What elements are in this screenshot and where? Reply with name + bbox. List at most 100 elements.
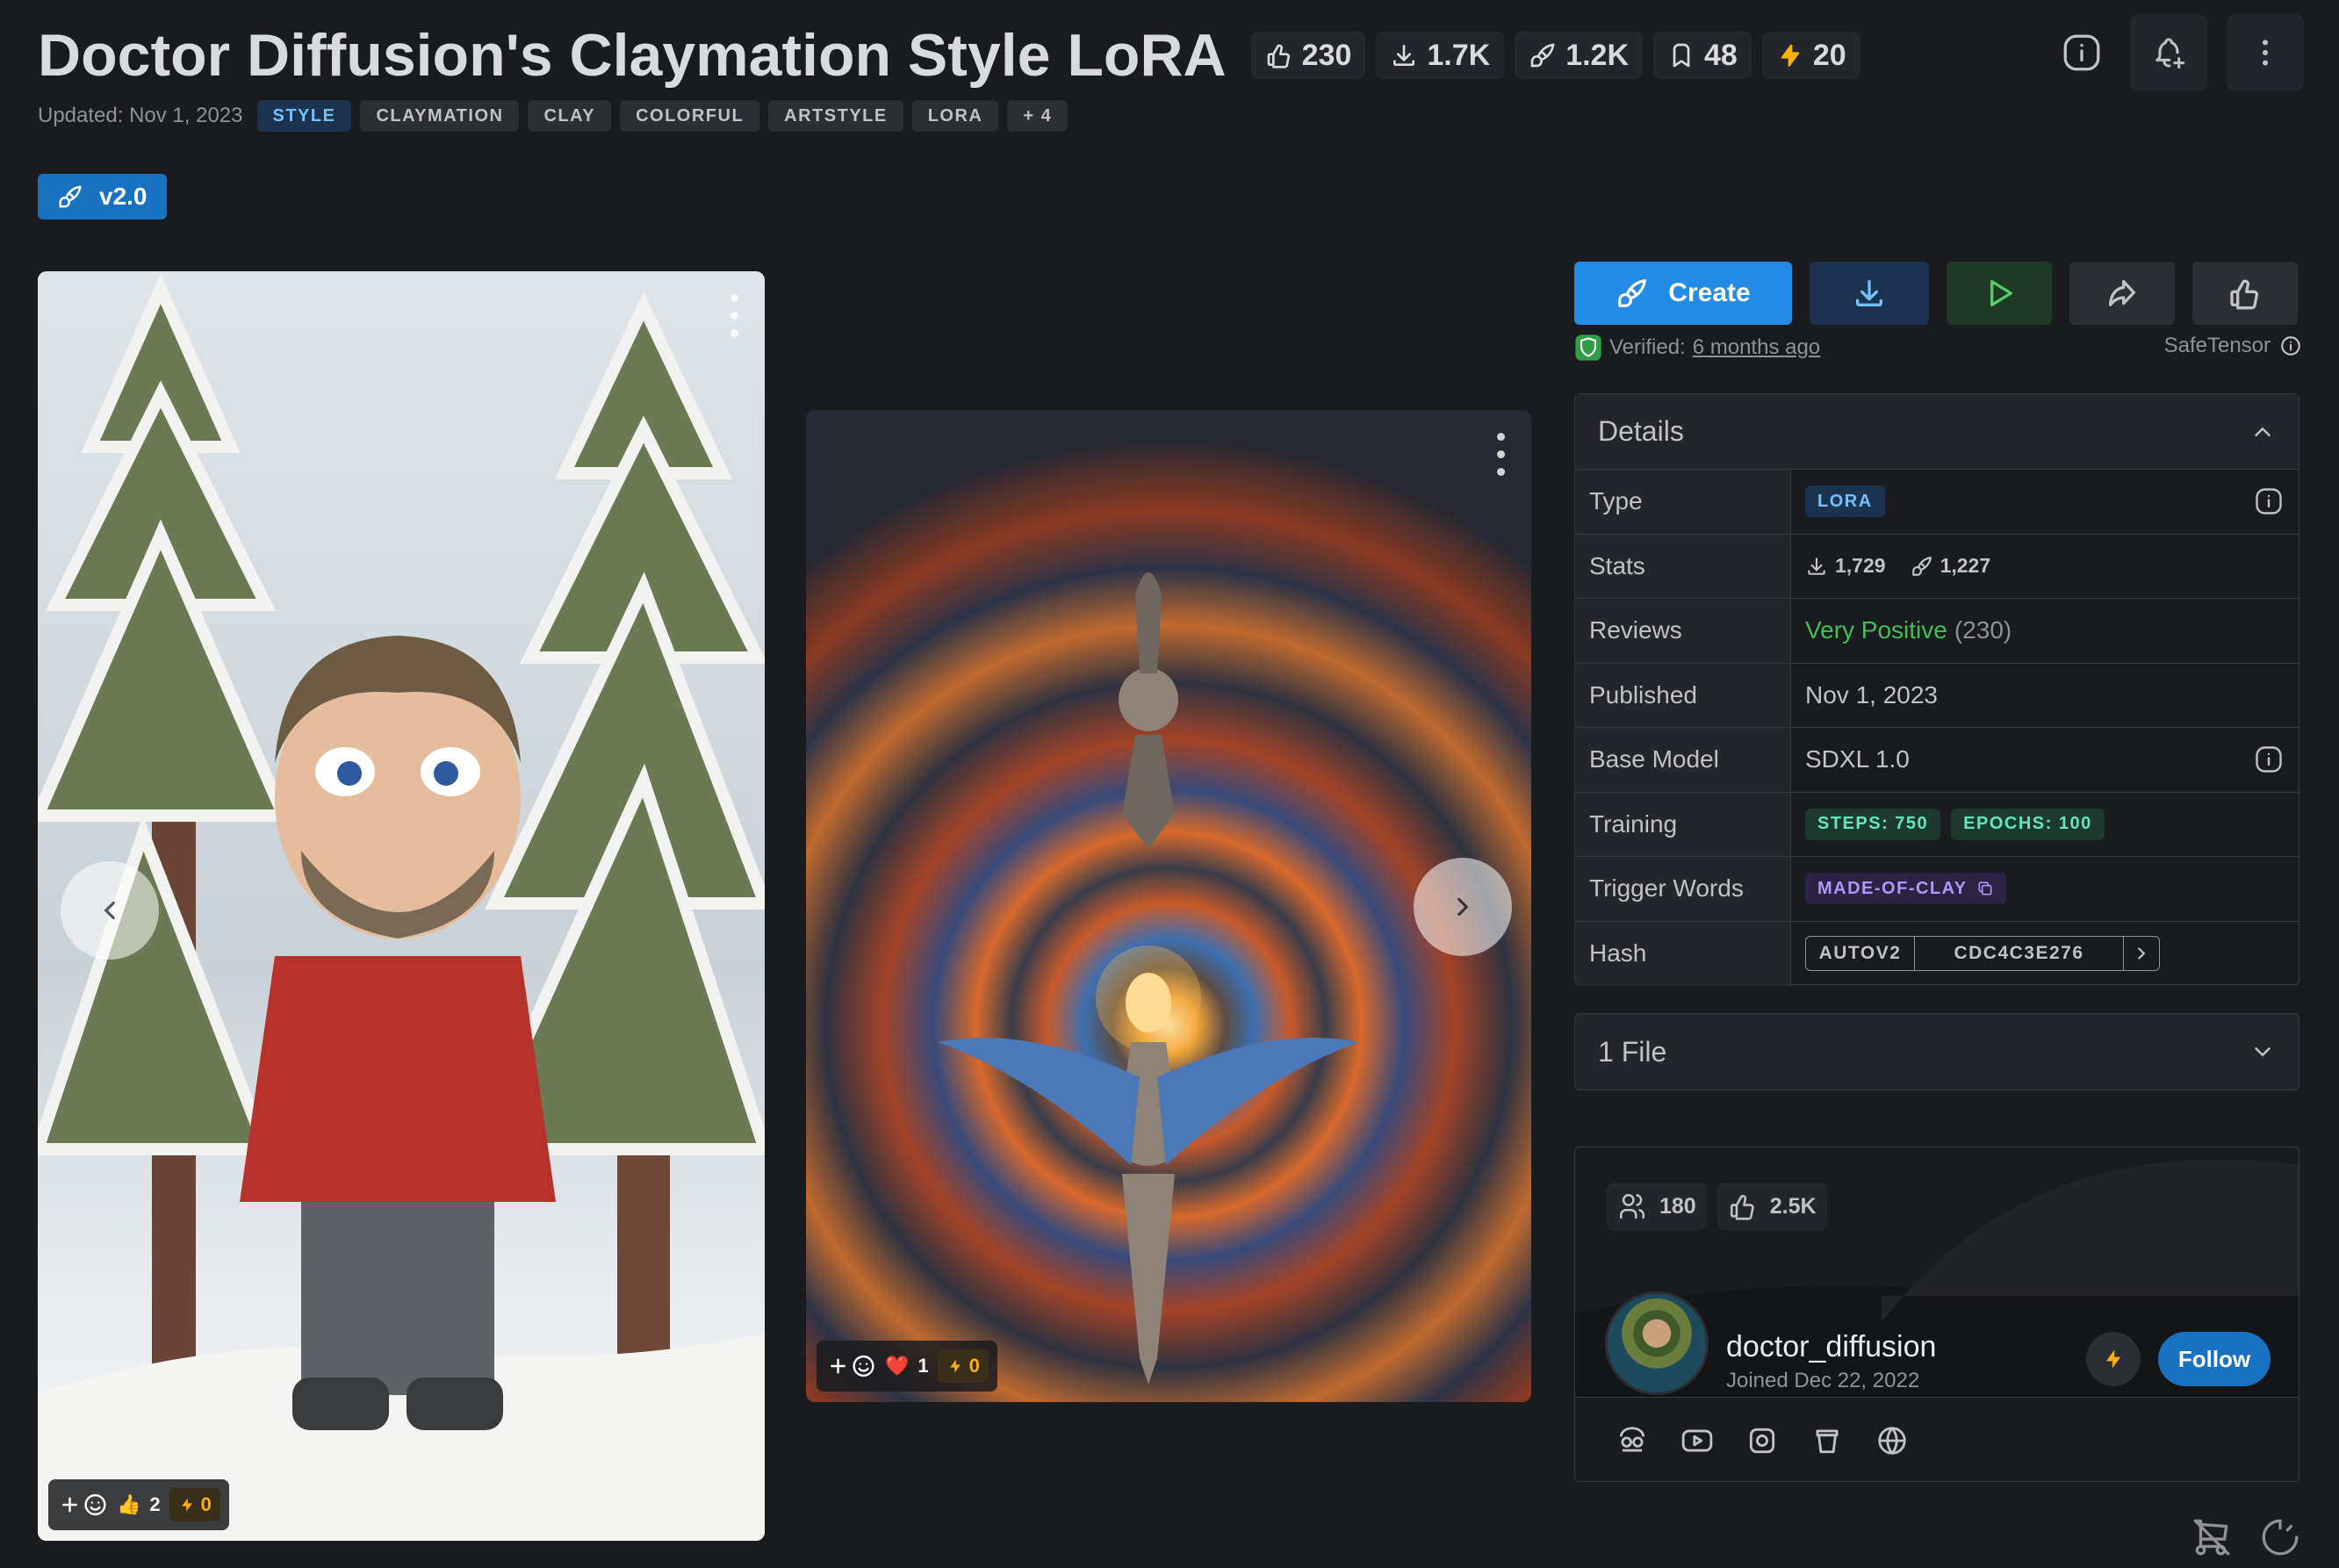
page-title: Doctor Diffusion's Claymation Style LoRA [38,22,1227,89]
next-image-button[interactable] [1414,858,1512,956]
gallery-image-1[interactable]: 👍 2 0 [38,271,765,1541]
download-icon [1856,280,1882,306]
epochs-badge: EPOCHS: 100 [1951,808,2105,840]
trigger-word-chip[interactable]: MADE-OF-CLAY [1805,873,2006,905]
hash-next-button[interactable] [2124,937,2159,970]
published-value: Nov 1, 2023 [1805,680,1938,708]
model-stats: 230 1.7K 1.2K 48 20 [1250,32,1860,79]
reaction-bar: ❤️ 1 0 [817,1341,997,1392]
more-options-button[interactable] [2227,14,2304,91]
prev-image-button[interactable] [61,861,159,960]
hash-value[interactable]: CDC4C3E276 [1915,937,2124,971]
download-button[interactable] [1810,262,1929,325]
verification: Verified: 6 months ago [1574,334,1820,362]
info-icon[interactable] [2253,744,2285,775]
coffee-icon[interactable] [1810,1424,1844,1457]
share-button[interactable] [2069,262,2175,325]
create-button[interactable]: Create [1574,262,1792,325]
base-model-value: SDXL 1.0 [1805,745,1910,773]
add-reaction-icon[interactable] [57,1492,108,1518]
verified-prefix: Verified: [1609,335,1686,359]
meta-row: Updated: Nov 1, 2023 STYLE CLAYMATION CL… [38,100,1069,132]
version-chip[interactable]: v2.0 [38,174,167,219]
reaction-bar: 👍 2 0 [48,1479,229,1530]
users-icon [1619,1193,1645,1219]
share-icon [2109,280,2135,306]
files-accordion[interactable]: 1 File [1574,1013,2299,1090]
instagram-icon[interactable] [1745,1424,1779,1457]
trigger-label: Trigger Words [1575,857,1791,921]
image-menu-button[interactable] [1487,428,1514,480]
follow-button[interactable]: Follow [2158,1332,2271,1386]
bell-plus-icon [2155,38,2185,69]
image-menu-button[interactable] [721,289,747,342]
details-panel: Details Type LORA Stats 1,729 1,227 Revi… [1574,393,2299,986]
youtube-icon[interactable] [1680,1424,1714,1457]
details-row-training: Training STEPS: 750 EPOCHS: 100 [1575,792,2299,857]
gallery-image-2[interactable]: ❤️ 1 0 [806,410,1531,1402]
generations-value: 1,227 [1940,554,1991,578]
thumbs-up-icon [1267,44,1290,68]
review-rating[interactable]: Very Positive [1805,616,1947,644]
hash-algo[interactable]: AUTOV2 [1806,937,1915,971]
shield-check-icon [1575,334,1601,361]
verified-link[interactable]: 6 months ago [1693,335,1820,360]
dots-vertical-icon [2263,40,2268,66]
details-header[interactable]: Details [1575,394,2299,470]
downloads-value: 1,729 [1835,554,1886,578]
add-reaction-icon[interactable] [825,1353,876,1379]
tag-style[interactable]: STYLE [256,100,352,132]
tag-lora[interactable]: LORA [911,100,999,132]
thumbs-up-icon [2230,279,2258,310]
civitai-icon[interactable] [1616,1424,1649,1457]
review-count: (230) [1954,616,2012,644]
notify-button[interactable] [2130,14,2207,91]
title-row: Doctor Diffusion's Claymation Style LoRA… [38,21,1860,90]
details-row-base-model: Base Model SDXL 1.0 [1575,728,2299,793]
reaction-emoji[interactable]: ❤️ [885,1355,909,1377]
tip-buzz-button[interactable]: 0 [937,1349,989,1383]
details-row-stats: Stats 1,729 1,227 [1575,534,2299,599]
creator-links [1575,1397,2299,1481]
type-badge: LORA [1805,486,1885,518]
tag-clay[interactable]: CLAY [528,100,612,132]
info-icon[interactable] [2253,486,2285,517]
avatar[interactable] [1605,1291,1709,1395]
tag-colorful[interactable]: COLORFUL [620,100,760,132]
chevron-left-icon [104,901,115,920]
globe-icon[interactable] [1875,1424,1909,1457]
model-actions: Create [1574,262,2298,325]
tip-buzz-button[interactable]: 0 [169,1488,220,1521]
info-icon [2063,34,2100,71]
brush-icon [1618,279,1647,307]
creator-name[interactable]: doctor_diffusion [1726,1330,1936,1364]
bookmarks-count: 48 [1704,38,1738,72]
bookmark-icon [1673,43,1690,68]
hash-box: AUTOV2 CDC4C3E276 [1805,936,2160,972]
thumbs-up-icon [1730,1195,1754,1220]
info-button[interactable] [2053,11,2111,95]
more-tags-button[interactable]: + 4 [1007,100,1069,132]
reaction-emoji[interactable]: 👍 [117,1493,140,1516]
like-button[interactable] [2192,262,2298,325]
info-icon[interactable] [2279,334,2302,357]
type-label: Type [1575,470,1791,534]
tag-claymation[interactable]: CLAYMATION [360,100,520,132]
generations-stat: 1.2K [1515,32,1644,79]
run-button[interactable] [1947,262,2052,325]
creator-card: 180 2.5K doctor_diffusion Joined Dec 22,… [1574,1147,2299,1482]
loading-spinner-icon[interactable] [2258,1515,2302,1559]
corner-tools [2190,1515,2302,1559]
details-row-trigger: Trigger Words MADE-OF-CLAY [1575,857,2299,922]
tag-artstyle[interactable]: ARTSTYLE [768,100,903,132]
brush-icon [59,185,82,208]
details-heading: Details [1598,415,1684,447]
base-model-label: Base Model [1575,728,1791,792]
downloads-stat: 1.7K [1376,32,1505,79]
buzz-count: 20 [1812,38,1846,72]
steps-badge: STEPS: 750 [1805,808,1941,840]
cart-off-icon[interactable] [2190,1515,2234,1559]
chevron-down-icon [2255,1047,2271,1057]
bolt-icon [2105,1349,2121,1369]
tip-creator-button[interactable] [2086,1332,2141,1386]
